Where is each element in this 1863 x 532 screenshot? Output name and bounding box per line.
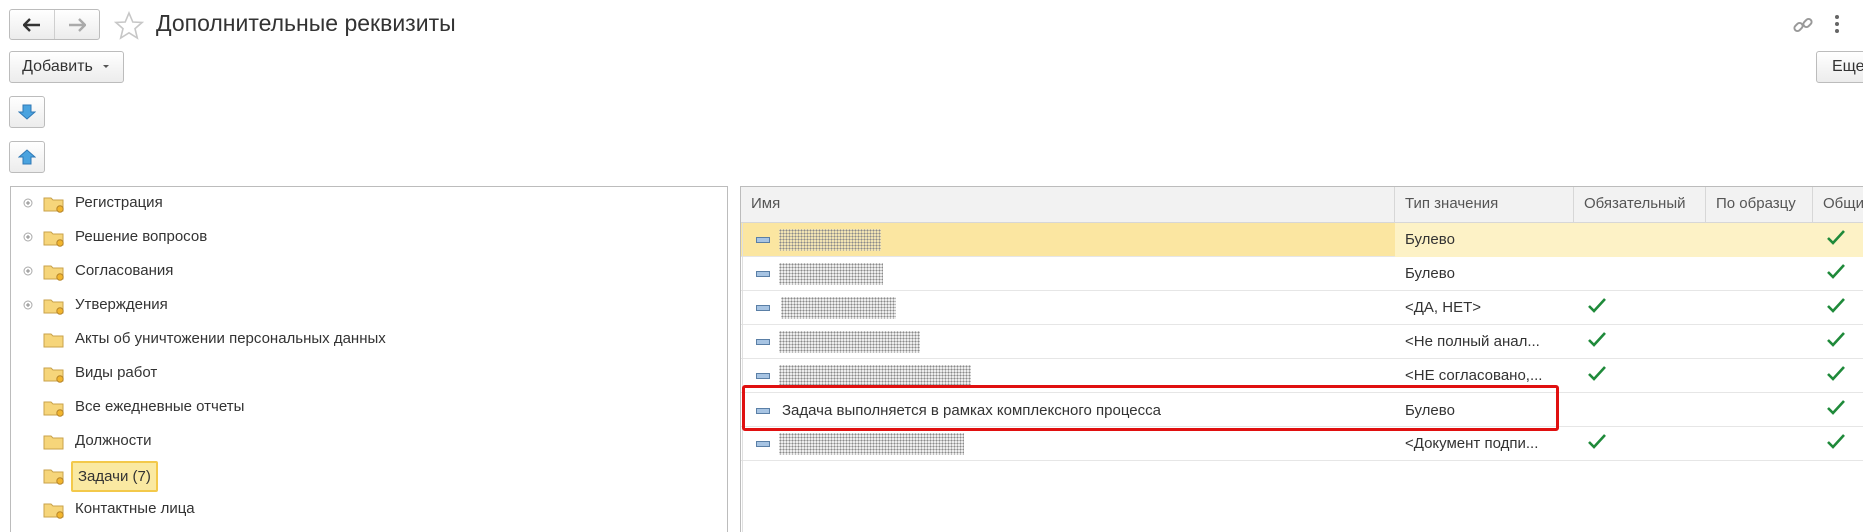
table-row[interactable]: <Документ подпи...: [741, 427, 1863, 461]
tree-item[interactable]: Решение вопросов: [11, 221, 727, 255]
arrow-right-icon: [69, 17, 86, 32]
tree-item-label: Утверждения: [75, 296, 168, 313]
forward-button[interactable]: [54, 10, 99, 39]
expand-icon[interactable]: [23, 266, 33, 276]
folder-icon: [43, 265, 64, 281]
folder-icon: [43, 333, 64, 348]
checkmark-icon: [1827, 230, 1845, 245]
redacted-name: [779, 229, 881, 251]
cell-type: Булево: [1405, 265, 1455, 282]
tree-item[interactable]: Утверждения: [11, 289, 727, 323]
link-icon[interactable]: [1792, 14, 1814, 40]
folder-icon: [43, 231, 64, 247]
highlight-box: [742, 385, 1559, 431]
attribute-icon: [756, 441, 770, 447]
cell-type: <Не полный анал...: [1405, 333, 1540, 350]
column-header-required[interactable]: Обязательный: [1574, 187, 1706, 223]
folder-icon: [43, 197, 64, 213]
checkmark-icon: [1588, 434, 1606, 449]
add-button-label: Добавить: [22, 58, 93, 75]
page-title: Дополнительные реквизиты: [156, 10, 456, 36]
attribute-icon: [756, 237, 770, 243]
redacted-name: [779, 263, 883, 285]
favorite-star-icon[interactable]: [113, 10, 145, 44]
more-button-label: Еще: [1832, 58, 1863, 75]
move-up-button[interactable]: [9, 141, 45, 173]
folder-icon: [43, 299, 64, 315]
tree-item-label: Задачи (7): [71, 461, 158, 492]
redacted-name: [779, 433, 964, 455]
column-header-common[interactable]: Общий: [1813, 187, 1863, 223]
attribute-icon: [756, 373, 770, 379]
arrow-up-icon: [18, 149, 36, 165]
cell-type: <НЕ согласовано,...: [1405, 367, 1543, 384]
checkmark-icon: [1588, 298, 1606, 313]
checkmark-icon: [1588, 332, 1606, 347]
arrow-down-icon: [18, 104, 36, 120]
add-button[interactable]: Добавить: [9, 51, 124, 83]
tree-item-label: Все ежедневные отчеты: [75, 398, 245, 415]
tree-item-label: Виды работ: [75, 364, 158, 381]
tree-item[interactable]: Все ежедневные отчеты: [11, 391, 727, 425]
cell-type: <Документ подпи...: [1405, 435, 1539, 452]
tree-item-selected[interactable]: Задачи (7): [11, 459, 727, 493]
expand-icon[interactable]: [23, 232, 33, 242]
more-menu-icon[interactable]: [1834, 14, 1840, 38]
attribute-icon: [756, 339, 770, 345]
tree-item-label: Решение вопросов: [75, 228, 208, 245]
column-header-type[interactable]: Тип значения: [1395, 187, 1574, 223]
tree-item-label: Согласования: [75, 262, 174, 279]
checkmark-icon: [1827, 400, 1845, 415]
checkmark-icon: [1827, 434, 1845, 449]
table-row[interactable]: Булево: [741, 223, 1863, 257]
cell-type: <ДА, НЕТ>: [1405, 299, 1482, 316]
folder-icon: [43, 401, 64, 417]
checkmark-icon: [1827, 366, 1845, 381]
move-down-button[interactable]: [9, 96, 45, 128]
column-header-name[interactable]: Имя: [741, 187, 1395, 223]
attribute-icon: [756, 271, 770, 277]
groups-tree: Регистрация Решение вопросов Согласовани…: [10, 186, 728, 532]
column-header-by-sample[interactable]: По образцу: [1706, 187, 1813, 223]
navigation-buttons: [9, 9, 100, 40]
folder-icon: [43, 367, 64, 383]
folder-icon: [43, 469, 64, 485]
tree-item-label: Контактные лица: [75, 500, 195, 517]
redacted-name: [779, 365, 971, 387]
checkmark-icon: [1588, 366, 1606, 381]
tree-item[interactable]: Акты об уничтожении персональных данных: [11, 323, 727, 357]
expand-icon[interactable]: [23, 300, 33, 310]
back-button[interactable]: [10, 10, 54, 39]
checkmark-icon: [1827, 298, 1845, 313]
tree-item[interactable]: Контактные лица: [11, 493, 727, 527]
tree-item[interactable]: Регистрация: [11, 187, 727, 221]
tree-item[interactable]: Виды работ: [11, 357, 727, 391]
tree-item[interactable]: Должности: [11, 425, 727, 459]
folder-icon: [43, 435, 64, 450]
attributes-table: Имя Тип значения Обязательный По образцу…: [740, 186, 1863, 532]
folder-icon: [43, 503, 64, 519]
tree-item-label: Акты об уничтожении персональных данных: [75, 330, 386, 347]
checkmark-icon: [1827, 332, 1845, 347]
redacted-name: [781, 297, 896, 319]
cell-type: Булево: [1405, 231, 1455, 248]
more-button[interactable]: Еще: [1816, 51, 1863, 83]
attribute-icon: [756, 305, 770, 311]
tree-item[interactable]: Согласования: [11, 255, 727, 289]
table-row[interactable]: Булево: [741, 257, 1863, 291]
tree-item-label: Должности: [75, 432, 152, 449]
arrow-left-icon: [23, 17, 40, 32]
table-row[interactable]: <ДА, НЕТ>: [741, 291, 1863, 325]
table-row[interactable]: <Не полный анал...: [741, 325, 1863, 359]
expand-icon[interactable]: [23, 198, 33, 208]
tree-item-label: Регистрация: [75, 194, 163, 211]
checkmark-icon: [1827, 264, 1845, 279]
dropdown-arrow-icon: [102, 65, 109, 68]
redacted-name: [779, 331, 920, 353]
